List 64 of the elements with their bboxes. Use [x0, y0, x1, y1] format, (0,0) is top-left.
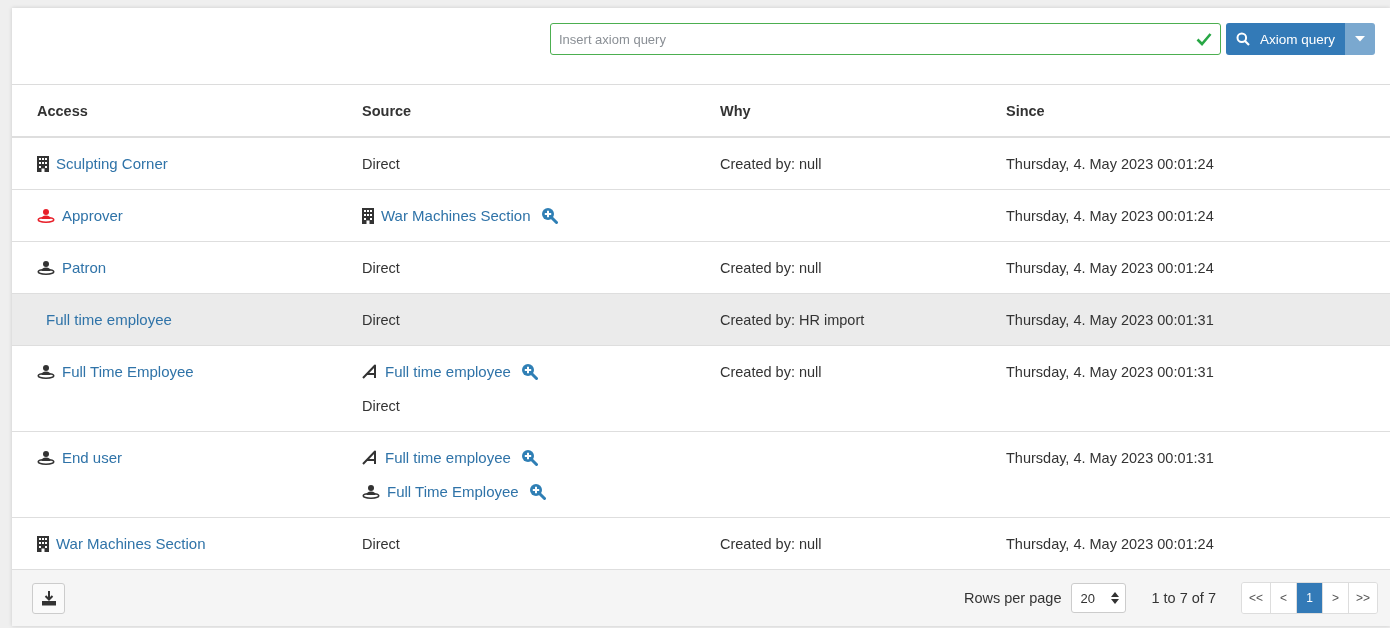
source-link[interactable]: War Machines Section: [381, 207, 531, 224]
why-text: Created by: null: [720, 363, 822, 380]
why-text: Created by: null: [720, 259, 822, 276]
since-text: Thursday, 4. May 2023 00:01:24: [1006, 155, 1214, 172]
source-link[interactable]: Full Time Employee: [387, 483, 519, 500]
search-icon: [1236, 32, 1250, 46]
source-link[interactable]: Full time employee: [385, 449, 511, 466]
access-link[interactable]: Full time employee: [46, 311, 172, 328]
person-icon: [362, 484, 380, 499]
source-text: Direct: [362, 535, 400, 552]
table-row[interactable]: Approver War Machines Section Thursday, 4. May 2023 00:01:24: [12, 190, 1390, 242]
download-button[interactable]: [32, 582, 65, 614]
angle-icon: [362, 364, 378, 379]
sort-arrows-icon: [1111, 592, 1120, 604]
building-icon: [37, 535, 49, 552]
access-link[interactable]: Approver: [62, 207, 123, 224]
page-button[interactable]: <<: [1241, 583, 1270, 613]
table-row[interactable]: Sculpting Corner Direct Created by: null Thursday, 4. May 2023 00:01:24: [12, 138, 1390, 190]
rows-per-page-select[interactable]: 20: [1071, 583, 1127, 613]
source-text: Direct: [362, 311, 400, 328]
source-text: Direct: [362, 397, 400, 414]
rows-per-page-label: Rows per page: [963, 590, 1062, 606]
source-text: Direct: [362, 155, 400, 172]
since-text: Thursday, 4. May 2023 00:01:31: [1006, 311, 1214, 328]
source-text: Direct: [362, 259, 400, 276]
why-text: Created by: null: [720, 155, 822, 172]
why-text: Created by: null: [720, 535, 822, 552]
access-link[interactable]: Patron: [62, 259, 107, 276]
since-text: Thursday, 4. May 2023 00:01:24: [1006, 207, 1214, 224]
page-button[interactable]: >: [1322, 583, 1348, 613]
page-button[interactable]: 1: [1296, 583, 1322, 613]
page-range-text: 1 to 7 of 7: [1151, 590, 1216, 606]
dropdown-button[interactable]: [1345, 23, 1376, 55]
axiom-query-button[interactable]: Axiom query: [1226, 23, 1346, 55]
why-text: Created by: HR import: [720, 311, 865, 328]
access-link[interactable]: Sculpting Corner: [56, 155, 168, 172]
zoom-in-icon[interactable]: [520, 449, 538, 466]
access-link[interactable]: End user: [62, 449, 123, 466]
since-text: Thursday, 4. May 2023 00:01:31: [1006, 449, 1214, 466]
building-icon: [37, 155, 49, 172]
check-icon: [1196, 32, 1212, 46]
table-row[interactable]: Full Time Employee Full time employee Direct Created by: null Thursday, 4. May 2023 00:01:31: [12, 346, 1390, 432]
download-icon: [40, 590, 57, 606]
since-text: Thursday, 4. May 2023 00:01:31: [1006, 363, 1214, 380]
since-text: Thursday, 4. May 2023 00:01:24: [1006, 535, 1214, 552]
table-row[interactable]: End user Full time employee Full Time Employee Thursday, 4. May 2023 00:01:31: [12, 432, 1390, 518]
zoom-in-icon[interactable]: [540, 207, 558, 224]
page-button[interactable]: >>: [1348, 583, 1377, 613]
column-header[interactable]: Source: [362, 102, 412, 119]
column-header[interactable]: Access: [37, 102, 88, 119]
angle-icon: [362, 450, 378, 465]
caret-icon: [1355, 36, 1366, 42]
table-row[interactable]: Full time employee Direct Created by: HR import Thursday, 4. May 2023 00:01:31: [12, 294, 1390, 346]
query-field[interactable]: Insert axiom query: [550, 23, 1221, 55]
access-link[interactable]: War Machines Section: [56, 535, 206, 552]
building-icon: [362, 207, 374, 224]
zoom-in-icon[interactable]: [520, 363, 538, 380]
page-button[interactable]: <: [1270, 583, 1296, 613]
column-header[interactable]: Since: [1006, 102, 1045, 119]
access-link[interactable]: Full Time Employee: [62, 363, 194, 380]
zoom-in-icon[interactable]: [528, 483, 546, 500]
since-text: Thursday, 4. May 2023 00:01:24: [1006, 259, 1214, 276]
column-header[interactable]: Why: [720, 102, 751, 119]
source-link[interactable]: Full time employee: [385, 363, 511, 380]
